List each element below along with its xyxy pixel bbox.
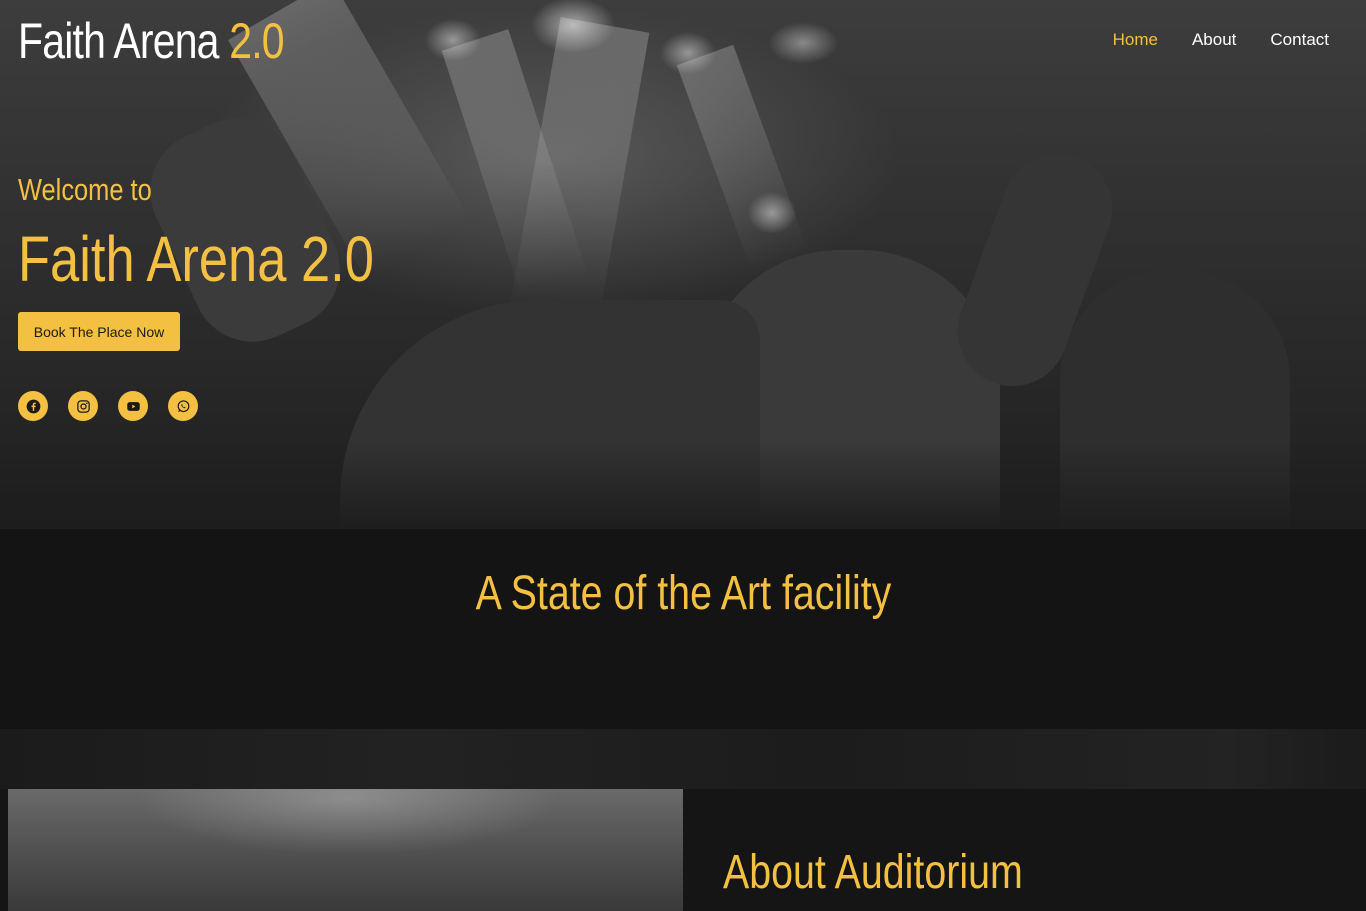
facility-title: A State of the Art facility — [0, 566, 1366, 621]
facebook-icon[interactable] — [18, 391, 48, 421]
nav-about[interactable]: About — [1192, 30, 1236, 50]
hero-title: Faith Arena 2.0 — [18, 223, 374, 295]
facility-section: A State of the Art facility — [0, 529, 1366, 729]
book-place-button[interactable]: Book The Place Now — [18, 312, 180, 351]
whatsapp-icon[interactable] — [168, 391, 198, 421]
decorative-strip — [0, 729, 1366, 789]
hero-section: Faith Arena 2.0 Home About Contact Welco… — [0, 0, 1366, 529]
auditorium-image — [8, 789, 683, 911]
youtube-icon[interactable] — [118, 391, 148, 421]
facility-title-text: A State of the Art facility — [475, 567, 891, 620]
hero-welcome: Welcome to — [18, 172, 152, 207]
light-beam — [676, 44, 809, 272]
crowd-figure — [0, 440, 1366, 529]
nav-home[interactable]: Home — [1113, 30, 1158, 50]
about-title: About Auditorium — [723, 846, 1023, 899]
main-nav: Home About Contact — [1113, 30, 1329, 50]
site-logo[interactable]: Faith Arena 2.0 — [18, 12, 285, 70]
logo-text: Faith Arena — [18, 13, 219, 69]
nav-contact[interactable]: Contact — [1270, 30, 1329, 50]
logo-accent: 2.0 — [229, 13, 284, 69]
social-links — [18, 391, 198, 421]
instagram-icon[interactable] — [68, 391, 98, 421]
about-section: About Auditorium — [0, 789, 1366, 911]
